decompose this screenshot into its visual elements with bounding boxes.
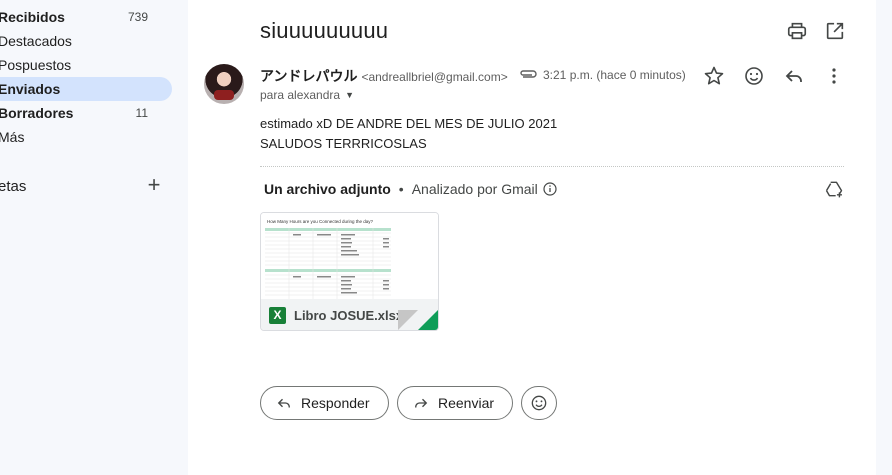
- emoji-icon: [531, 395, 547, 411]
- drafts-count: 11: [135, 106, 148, 120]
- email-subject: siuuuuuuuuu: [260, 18, 389, 43]
- thumbnail-title: How Many Hours are you Connected during …: [267, 219, 374, 224]
- reply-icon: [277, 398, 290, 408]
- separator: •: [398, 181, 404, 197]
- sender-name[interactable]: アンドレパウル: [260, 66, 357, 86]
- sidebar-item-label: Borradores: [0, 105, 74, 121]
- sidebar-item-sent[interactable]: Enviados: [0, 77, 172, 101]
- sender-email: <andreallbriel@gmail.com>: [361, 70, 508, 84]
- attachment-card[interactable]: How Many Hours are you Connected during …: [260, 212, 439, 331]
- reply-button[interactable]: Responder: [260, 386, 389, 420]
- sidebar-item-label: Enviados: [0, 81, 61, 97]
- forward-label: Reenviar: [438, 395, 495, 411]
- more-options-icon[interactable]: [822, 64, 846, 88]
- add-label-button[interactable]: +: [144, 172, 164, 198]
- add-to-drive-icon[interactable]: [824, 179, 844, 199]
- attachment-file-name: Libro JOSUE.xlsx: [294, 308, 404, 323]
- excel-file-icon: X: [269, 307, 286, 324]
- reply-icon[interactable]: [782, 64, 806, 88]
- chevron-down-icon[interactable]: ▼: [345, 90, 354, 100]
- right-margin: [876, 0, 892, 475]
- sidebar-item-starred[interactable]: Destacados: [0, 29, 172, 53]
- timestamp: 3:21 p.m. (hace 0 minutos): [543, 68, 686, 82]
- star-icon[interactable]: [702, 64, 726, 88]
- page-fold-shadow: [398, 310, 418, 330]
- email-body: estimado xD DE ANDRE DEL MES DE JULIO 20…: [260, 114, 557, 154]
- divider: [260, 166, 844, 167]
- sidebar-item-label: Más: [0, 129, 25, 145]
- forward-icon: [415, 398, 428, 408]
- scan-status: Analizado por Gmail: [411, 181, 538, 197]
- sidebar-item-snoozed[interactable]: Pospuestos: [0, 53, 172, 77]
- unread-count: 739: [127, 10, 148, 24]
- attachments-header: Un archivo adjunto • Analizado por Gmail: [264, 181, 557, 197]
- message-view: siuuuuuuuuu アンドレパウル <andreallbriel@gmail…: [188, 0, 876, 475]
- page-fold-corner: [418, 310, 438, 330]
- recipient-label: para alexandra: [260, 88, 341, 102]
- open-new-window-icon[interactable]: [824, 20, 846, 42]
- sidebar-item-more[interactable]: Más: [0, 125, 172, 149]
- sidebar-item-label: Destacados: [0, 33, 72, 49]
- sidebar-item-drafts[interactable]: Borradores 11: [0, 101, 172, 125]
- sidebar-item-inbox[interactable]: Recibidos 739: [0, 5, 172, 29]
- sender-avatar[interactable]: [204, 64, 244, 104]
- recipient-details[interactable]: para alexandra ▼: [260, 88, 354, 102]
- sender-info: アンドレパウル <andreallbriel@gmail.com>: [260, 66, 508, 86]
- labels-heading: etas: [0, 178, 27, 195]
- attachment-count: Un archivo adjunto: [264, 181, 391, 197]
- sidebar: Recibidos 739 Destacados Pospuestos Envi…: [0, 0, 188, 475]
- sidebar-item-label: Pospuestos: [0, 57, 72, 73]
- print-icon[interactable]: [786, 20, 808, 42]
- emoji-reaction-icon[interactable]: [742, 64, 766, 88]
- spreadsheet-thumbnail: How Many Hours are you Connected during …: [261, 213, 438, 299]
- sidebar-item-label: Recibidos: [0, 9, 65, 25]
- emoji-react-button[interactable]: [521, 386, 557, 420]
- attachment-icon: [520, 70, 537, 78]
- forward-button[interactable]: Reenviar: [397, 386, 513, 420]
- body-line: estimado xD DE ANDRE DEL MES DE JULIO 20…: [260, 116, 558, 131]
- reply-label: Responder: [301, 395, 370, 411]
- info-icon[interactable]: [543, 182, 557, 196]
- body-line: SALUDOS TERRRICOSLAS: [260, 136, 427, 151]
